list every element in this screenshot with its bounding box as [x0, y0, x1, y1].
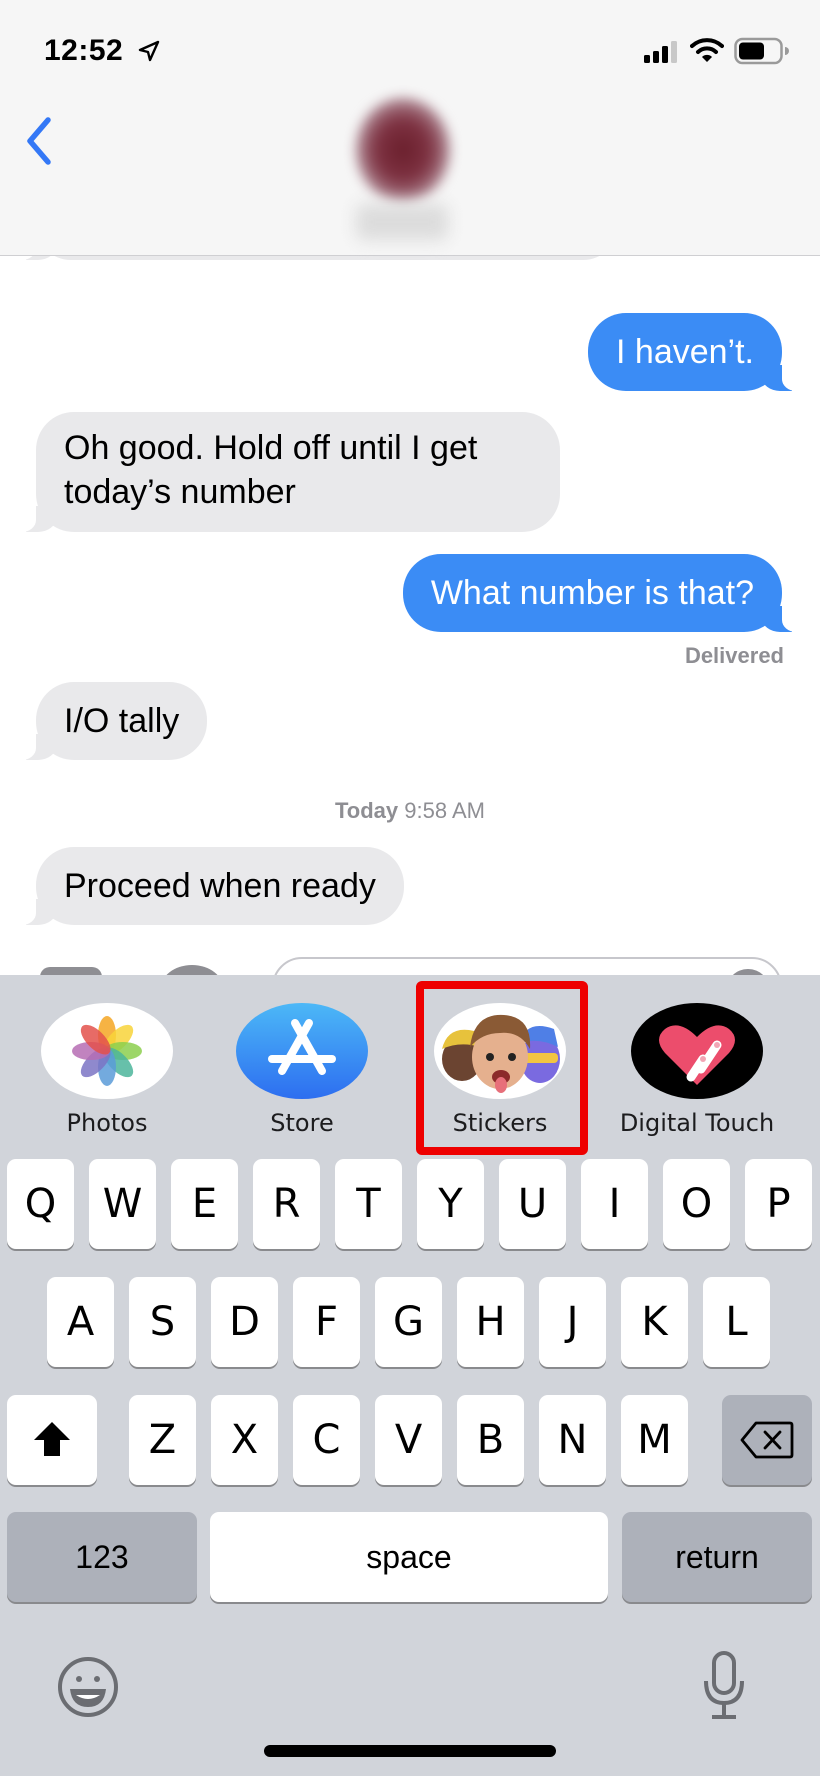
key-f[interactable]: F: [293, 1277, 360, 1367]
timestamp-day: Today: [335, 798, 399, 823]
message-incoming[interactable]: Oh good. Hold off until I get today’s nu…: [14, 412, 560, 532]
key-m[interactable]: M: [621, 1395, 688, 1485]
message-incoming[interactable]: I/O tally: [13, 682, 208, 760]
key-h[interactable]: H: [457, 1277, 524, 1367]
status-time: 12:52: [44, 34, 124, 67]
app-drawer-keyboard: Photos Store Stickers Digital Touch Q W …: [0, 975, 820, 1776]
message-outgoing[interactable]: I haven’t.: [588, 313, 804, 391]
delete-key[interactable]: [722, 1395, 812, 1485]
space-key[interactable]: space: [210, 1512, 608, 1602]
delivery-status: Delivered: [684, 643, 784, 668]
key-z[interactable]: Z: [129, 1395, 196, 1485]
key-a[interactable]: A: [47, 1277, 114, 1367]
shift-key[interactable]: [7, 1395, 97, 1485]
app-label: Digital Touch: [619, 1109, 775, 1137]
message-text: What number is that?: [430, 574, 754, 612]
delete-icon: [740, 1421, 794, 1459]
key-t[interactable]: T: [335, 1159, 402, 1249]
key-b[interactable]: B: [457, 1395, 524, 1485]
key-q[interactable]: Q: [7, 1159, 74, 1249]
app-store-icon: [236, 1003, 368, 1099]
photos-icon: [41, 1003, 173, 1099]
contact-avatar[interactable]: [356, 98, 450, 202]
stickers-highlight-box: [416, 981, 588, 1155]
chevron-left-icon[interactable]: [22, 114, 58, 168]
timestamp: Today 9:58 AM: [0, 798, 820, 824]
key-i[interactable]: I: [581, 1159, 648, 1249]
key-l[interactable]: L: [703, 1277, 770, 1367]
key-e[interactable]: E: [171, 1159, 238, 1249]
key-u[interactable]: U: [499, 1159, 566, 1249]
home-indicator[interactable]: [264, 1745, 556, 1757]
key-v[interactable]: V: [375, 1395, 442, 1485]
key-p[interactable]: P: [745, 1159, 812, 1249]
key-g[interactable]: G: [375, 1277, 442, 1367]
app-label: Store: [270, 1109, 334, 1137]
location-arrow-icon: [138, 40, 160, 62]
app-store[interactable]: Store: [222, 1003, 382, 1137]
cellular-signal-icon: [644, 41, 677, 63]
key-r[interactable]: R: [253, 1159, 320, 1249]
emoji-icon[interactable]: [56, 1655, 120, 1719]
app-digital-touch[interactable]: Digital Touch: [617, 1003, 777, 1137]
message-thread: gap filling yet? I haven’t. Oh good. Hol…: [0, 200, 820, 980]
timestamp-time: 9:58 AM: [404, 798, 485, 823]
return-key[interactable]: return: [622, 1512, 812, 1602]
microphone-icon[interactable]: [700, 1651, 748, 1721]
key-j[interactable]: J: [539, 1277, 606, 1367]
key-w[interactable]: W: [89, 1159, 156, 1249]
message-incoming[interactable]: Proceed when ready: [14, 847, 404, 925]
numbers-key[interactable]: 123: [7, 1512, 197, 1602]
key-s[interactable]: S: [129, 1277, 196, 1367]
message-text: Proceed when ready: [64, 867, 376, 905]
key-o[interactable]: O: [663, 1159, 730, 1249]
message-text: I haven’t.: [616, 333, 754, 371]
key-k[interactable]: K: [621, 1277, 688, 1367]
conversation-header: 12:52: [0, 0, 820, 256]
message-text: Oh good. Hold off until I get today’s nu…: [64, 429, 478, 511]
app-photos[interactable]: Photos: [27, 1003, 187, 1137]
shift-icon: [34, 1422, 70, 1456]
contact-name[interactable]: [356, 204, 448, 240]
battery-icon: [734, 37, 789, 65]
message-outgoing[interactable]: What number is that?: [402, 554, 805, 632]
key-d[interactable]: D: [211, 1277, 278, 1367]
key-x[interactable]: X: [211, 1395, 278, 1485]
message-text: I/O tally: [64, 702, 180, 740]
digital-touch-icon: [631, 1003, 763, 1099]
key-n[interactable]: N: [539, 1395, 606, 1485]
key-y[interactable]: Y: [417, 1159, 484, 1249]
app-label: Photos: [66, 1109, 148, 1137]
wifi-icon: [690, 38, 724, 62]
key-c[interactable]: C: [293, 1395, 360, 1485]
